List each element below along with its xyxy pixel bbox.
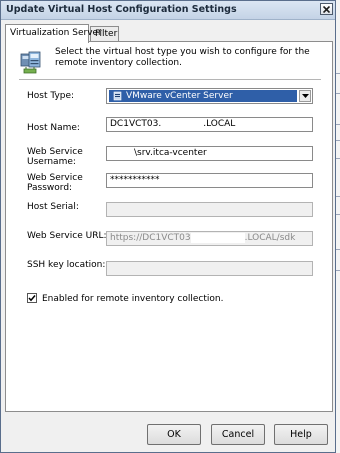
window-title: Update Virtual Host Configuration Settin… [6, 4, 237, 15]
ws-username-label-line1: Web Service [27, 147, 83, 157]
ws-username-value: \srv.itca-vcenter [134, 148, 207, 158]
help-button[interactable]: Help [274, 424, 328, 445]
ws-url-suffix: .LOCAL/sdk [244, 233, 296, 243]
host-name-input[interactable]: DC1VCT03. .LOCAL [106, 117, 313, 132]
dropdown-arrow-button[interactable] [299, 90, 311, 102]
ws-password-value: *********** [110, 175, 160, 185]
divider [19, 79, 321, 80]
host-serial-input[interactable] [106, 202, 313, 217]
host-type-dropdown[interactable]: VMware vCenter Server [106, 88, 313, 104]
vmware-server-icon [113, 91, 122, 101]
ws-password-label-line2: Password: [27, 183, 73, 193]
intro-text: Select the virtual host type you wish to… [55, 47, 310, 68]
checkmark-icon [28, 295, 36, 302]
ws-username-label-line2: Username: [27, 157, 76, 167]
close-button[interactable] [320, 3, 333, 15]
ws-url-input[interactable]: https://DC1VCT03 .LOCAL/sdk [106, 231, 313, 246]
ok-button[interactable]: OK [147, 424, 201, 445]
ws-url-prefix: https://DC1VCT03 [110, 233, 191, 243]
close-icon [323, 5, 330, 13]
host-name-suffix: .LOCAL [203, 119, 236, 129]
ws-username-label: Web Service Username: [27, 147, 83, 167]
background-window-edge [336, 0, 340, 453]
host-type-label: Host Type: [27, 91, 75, 101]
ws-password-input[interactable]: *********** [106, 173, 313, 188]
host-name-prefix: DC1VCT03. [110, 119, 162, 129]
host-type-value: VMware vCenter Server [126, 91, 233, 101]
tab-virtualization-server[interactable]: Virtualization Server [5, 24, 102, 43]
title-bar: Update Virtual Host Configuration Settin… [1, 1, 335, 20]
host-name-label: Host Name: [27, 123, 80, 133]
host-type-selected: VMware vCenter Server [109, 90, 297, 102]
ws-password-label: Web Service Password: [27, 173, 83, 193]
ws-username-input[interactable]: \srv.itca-vcenter [106, 146, 313, 161]
ssh-key-input[interactable] [106, 261, 313, 276]
remote-inventory-label: Enabled for remote inventory collection. [42, 294, 224, 304]
ssh-key-label: SSH key location: [27, 260, 106, 270]
ws-password-label-line1: Web Service [27, 173, 83, 183]
network-computer-icon [20, 51, 41, 74]
dialog-window: Update Virtual Host Configuration Settin… [0, 0, 336, 453]
cancel-button[interactable]: Cancel [211, 424, 265, 445]
tab-label: Virtualization Server [10, 28, 102, 38]
ws-url-label: Web Service URL: [27, 231, 107, 241]
chevron-down-icon [301, 94, 309, 98]
remote-inventory-checkbox[interactable] [27, 293, 37, 303]
host-serial-label: Host Serial: [27, 202, 79, 212]
